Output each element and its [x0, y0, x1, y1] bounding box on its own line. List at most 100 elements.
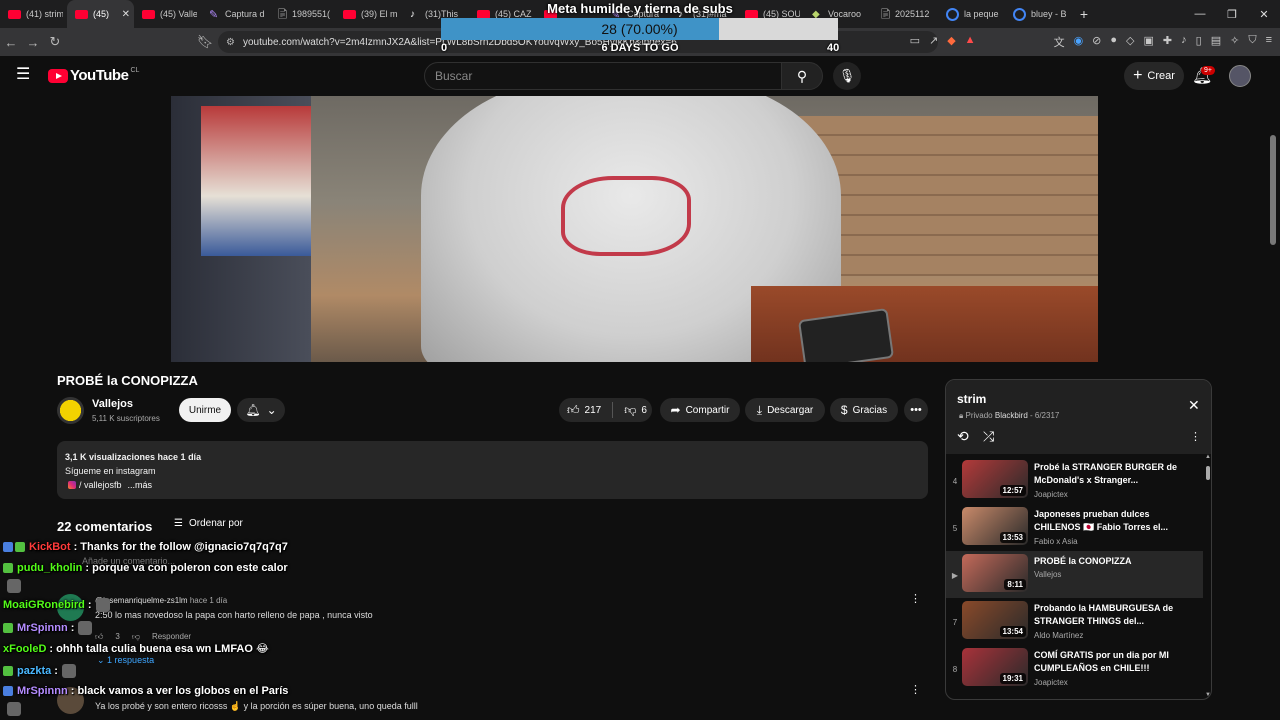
download-button[interactable]: ⤓ Descargar	[745, 398, 825, 422]
browser-tab[interactable]: 📄︎ 2025112	[871, 0, 938, 28]
restore-icon[interactable]: ❐	[1216, 0, 1248, 28]
forward-icon[interactable]: →	[22, 35, 44, 50]
playlist-menu-icon[interactable]: ⋮	[1190, 430, 1201, 443]
browser-tab-label: (45)	[93, 9, 110, 19]
account-avatar[interactable]	[1229, 65, 1251, 87]
description-box[interactable]: 3,1 K visualizaciones hace 1 día Sígueme…	[57, 441, 928, 499]
reload-icon[interactable]: ↻	[44, 34, 66, 50]
site-info-icon[interactable]: ⚙	[226, 37, 235, 48]
puzzle-icon[interactable]: ✚	[1163, 34, 1172, 50]
playlist-panel: strim 🔒︎ Privado Blackbird - 6/2317 ✕ ⟲ …	[945, 379, 1212, 700]
browser-menu-icon[interactable]: ≡	[1266, 34, 1272, 50]
extension-c-icon[interactable]: ▣	[1144, 34, 1154, 50]
thanks-button[interactable]: $ Gracias	[830, 398, 898, 422]
minimize-icon[interactable]: —	[1184, 0, 1216, 28]
show-more-link[interactable]: ...más	[128, 480, 153, 490]
chat-text: : ohhh talla culia buena esa wn LMFAO 😂	[49, 643, 269, 655]
search-button[interactable]: ⚲	[781, 62, 823, 90]
extension-a-icon[interactable]: ●	[1110, 34, 1117, 50]
playlist-item[interactable]: 8 19:31 COMÍ GRATIS por un dia por MI CUMP…	[946, 645, 1203, 692]
scroll-down-icon[interactable]: ▼	[1205, 692, 1211, 698]
vpn-icon[interactable]: ⛉	[1248, 34, 1256, 50]
translate-icon[interactable]: 文	[1054, 34, 1065, 50]
playlist-owner[interactable]: Blackbird	[995, 411, 1028, 420]
block-icon[interactable]: ⊘	[1092, 34, 1101, 50]
playlist-item-channel: Vallejos	[1034, 570, 1062, 579]
playlist-item[interactable]: 7 13:54 Probando la HAMBURGUESA de STRANGE…	[946, 598, 1203, 645]
browser-tab[interactable]: (45) Valle	[134, 0, 201, 28]
scroll-up-icon[interactable]: ▲	[1205, 454, 1211, 460]
playlist-title[interactable]: strim	[957, 392, 986, 406]
loop-icon[interactable]: ⟲	[957, 428, 969, 445]
sidebar-icon[interactable]: ▯	[1196, 34, 1202, 50]
search-input[interactable]: Buscar	[424, 62, 782, 90]
notifications-badge: 9+	[1201, 66, 1215, 75]
sort-comments-button[interactable]: ☰ Ordenar por	[174, 518, 243, 529]
playlist-item-title: COMÍ GRATIS por un dia por MI CUMPLEAÑOS…	[1034, 650, 1169, 673]
new-tab-icon[interactable]: +	[1072, 6, 1096, 22]
playlist-item-thumbnail[interactable]: 13:54	[962, 601, 1028, 639]
chat-message: KickBot: Thanks for the follow @ignacio7…	[3, 541, 288, 553]
shuffle-icon[interactable]: ⤮	[983, 428, 994, 445]
comment-menu-icon[interactable]: ⋮	[910, 683, 921, 696]
close-icon[interactable]: ✕	[1188, 397, 1200, 414]
thumbs-down-icon[interactable]: 👎︎	[624, 403, 636, 418]
video-player[interactable]	[171, 96, 1098, 362]
close-window-icon[interactable]: ✕	[1248, 0, 1280, 28]
bookmark-icon[interactable]: 🔖︎	[194, 34, 216, 50]
menu-icon[interactable]: ☰	[16, 67, 32, 83]
channel-name[interactable]: Vallejos	[92, 398, 133, 410]
dislike-count[interactable]: 6	[641, 405, 647, 416]
audio-icon[interactable]: ◉	[1074, 34, 1084, 50]
back-icon[interactable]: ←	[0, 35, 22, 50]
browser-tab-label: (39) El m	[361, 9, 398, 19]
close-tab-icon[interactable]: ✕	[122, 9, 130, 20]
rewards-icon[interactable]: ▲	[965, 34, 976, 50]
browser-tab[interactable]: (41) strim	[0, 0, 67, 28]
playlist-item-thumbnail[interactable]: 8:11	[962, 554, 1028, 592]
playlist-item[interactable]: 4 12:57 Probé la STRANGER BURGER de McDona…	[946, 457, 1203, 504]
browser-tab[interactable]: ✎ Captura d	[201, 0, 268, 28]
playlist-item[interactable]: ▶ 8:11 PROBÉ la CONOPIZZA Vallejos	[946, 551, 1203, 598]
playlist-item-thumbnail[interactable]: 13:53	[962, 507, 1028, 545]
chat-text: :	[87, 599, 92, 611]
more-actions-button[interactable]: •••	[904, 398, 928, 422]
wallet-icon[interactable]: ▤	[1211, 34, 1221, 50]
browser-tab-label: 2025112	[895, 9, 930, 19]
extension-b-icon[interactable]: ◇	[1126, 34, 1134, 50]
brave-shield-icon[interactable]: ◆	[947, 34, 955, 50]
like-count[interactable]: 217	[585, 405, 602, 416]
download-icon: ⤓	[756, 402, 763, 417]
share-button[interactable]: ➦ Compartir	[660, 398, 740, 422]
browser-tab[interactable]: bluey - B	[1005, 0, 1072, 28]
playlist-item-thumbnail[interactable]: 19:31	[962, 648, 1028, 686]
comment-menu-icon[interactable]: ⋮	[910, 592, 921, 605]
playlist-item[interactable]: 5 13:53 Japoneses prueban dulces CHILENOS …	[946, 504, 1203, 551]
chat-username: xFooleD	[3, 642, 47, 655]
playlist-item-thumbnail[interactable]: 12:57	[962, 460, 1028, 498]
thumbs-up-icon[interactable]: 👍︎	[567, 403, 580, 418]
youtube-logo[interactable]: YouTube CL	[48, 67, 139, 84]
share-icon[interactable]: ↗	[929, 34, 938, 50]
playlist-item-channel: Joapictex	[1034, 490, 1068, 499]
chat-badge-icon	[3, 686, 13, 696]
browser-tab[interactable]: (39) El m	[335, 0, 402, 28]
chat-badges	[3, 623, 13, 633]
browser-tab[interactable]: la peque	[938, 0, 1005, 28]
leo-icon[interactable]: ✧	[1230, 34, 1239, 50]
playlist-scrollbar[interactable]: ▲ ▼	[1205, 454, 1211, 699]
page-scrollbar[interactable]	[1270, 135, 1276, 245]
playlist-scroll-thumb[interactable]	[1206, 466, 1210, 480]
instagram-link[interactable]: / vallejosfb	[79, 480, 122, 490]
screen-cast-icon[interactable]: ▭	[910, 34, 920, 50]
create-button[interactable]: + Crear	[1124, 62, 1184, 90]
voice-search-button[interactable]: 🎙︎	[833, 62, 861, 90]
browser-tab[interactable]: (45) ✕	[67, 0, 134, 28]
join-button[interactable]: Unirme	[179, 398, 231, 422]
music-icon[interactable]: ♪	[1181, 34, 1187, 50]
yt-favicon-icon	[75, 9, 88, 19]
browser-tab[interactable]: 📄︎ 1989551(	[268, 0, 335, 28]
subscription-bell-button[interactable]: 🔔︎ ⌄	[237, 398, 285, 422]
browser-tab-label: bluey - B	[1031, 9, 1067, 19]
channel-avatar[interactable]	[57, 397, 84, 424]
